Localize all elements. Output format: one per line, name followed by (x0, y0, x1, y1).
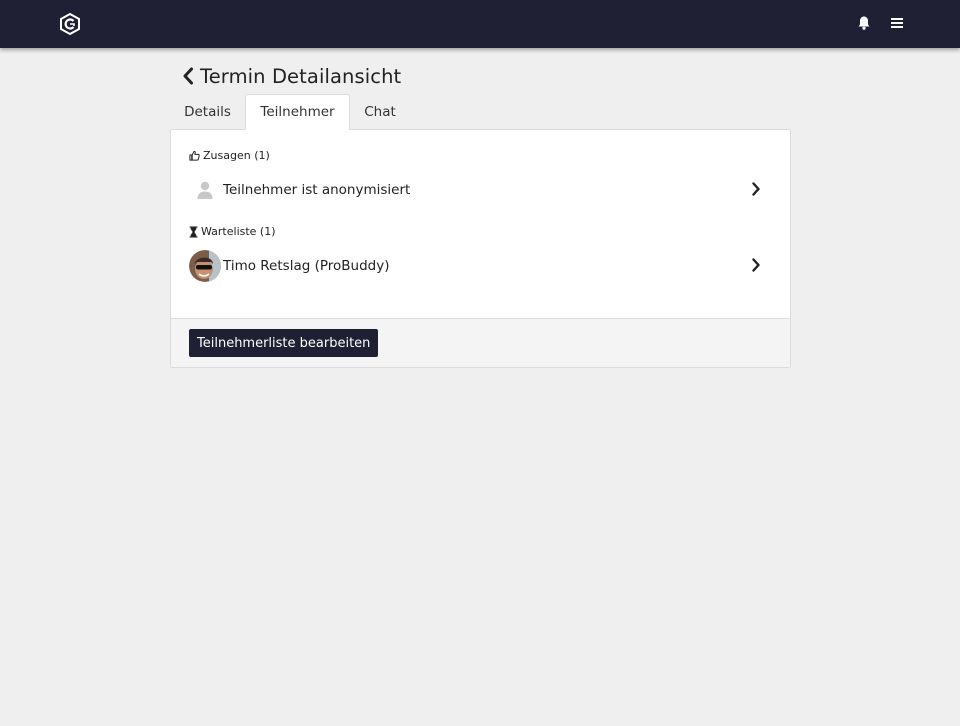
confirmed-label-text: Zusagen (1) (203, 149, 270, 162)
participant-name: Teilnehmer ist anonymisiert (223, 182, 411, 198)
chevron-right-icon[interactable] (751, 182, 761, 196)
tab-details[interactable]: Details (170, 94, 245, 130)
anonymous-user-icon (189, 174, 221, 206)
participant-row-anonymous[interactable]: Teilnehmer ist anonymisiert (189, 173, 775, 207)
participant-row-timo[interactable]: Timo Retslag (ProBuddy) (189, 249, 775, 283)
tab-chat[interactable]: Chat (350, 94, 410, 130)
hourglass-icon (189, 226, 198, 237)
page-title: Termin Detailansicht (200, 64, 402, 88)
participants-card: Zusagen (1) Teilnehmer ist anonymisiert … (170, 129, 791, 368)
thumbs-up-icon (189, 150, 200, 161)
tab-teilnehmer[interactable]: Teilnehmer (245, 94, 350, 130)
edit-participant-list-button[interactable]: Teilnehmerliste bearbeiten (189, 329, 379, 357)
user-photo-avatar (189, 250, 221, 282)
brand-logo-icon[interactable] (59, 13, 81, 35)
page-header: Termin Detailansicht (181, 62, 401, 90)
participant-name: Timo Retslag (ProBuddy) (223, 258, 390, 274)
hamburger-menu-icon[interactable] (889, 15, 905, 31)
card-footer: Teilnehmerliste bearbeiten (171, 318, 790, 367)
waitlist-section-label: Warteliste (1) (189, 225, 276, 238)
tab-bar: Details Teilnehmer Chat (170, 94, 791, 130)
bell-icon[interactable] (856, 15, 872, 31)
waitlist-label-text: Warteliste (1) (201, 225, 276, 238)
confirmed-section-label: Zusagen (1) (189, 149, 270, 162)
chevron-right-icon[interactable] (751, 258, 761, 272)
chevron-left-icon[interactable] (181, 67, 195, 85)
top-navbar (0, 0, 960, 48)
